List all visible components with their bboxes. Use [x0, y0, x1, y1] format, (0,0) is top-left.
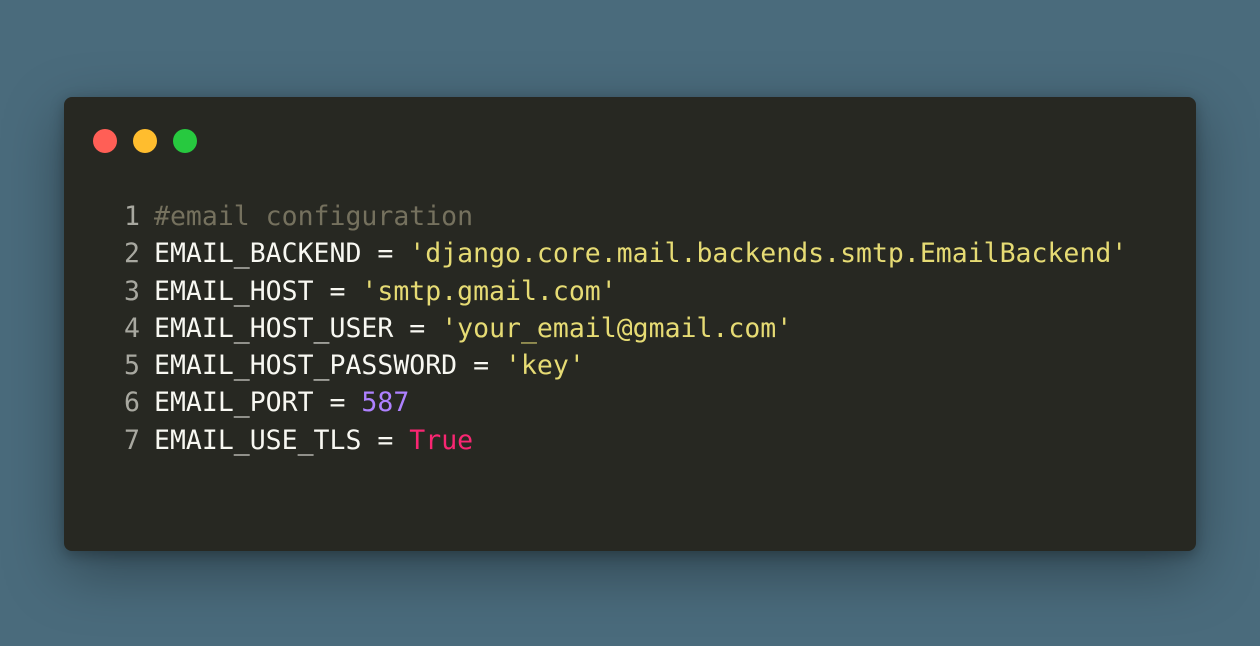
variable-name: EMAIL_HOST [154, 275, 314, 307]
line-number: 1 [124, 201, 140, 232]
string-value: 'key' [505, 350, 585, 382]
code-line: 2 EMAIL_BACKEND = 'django.core.mail.backe… [122, 235, 1127, 272]
string-value: 'smtp.gmail.com' [361, 275, 617, 307]
variable-name: EMAIL_BACKEND [154, 238, 362, 270]
line-number: 2 [124, 238, 140, 270]
code-window: 1 #email configuration 2 EMAIL_BACKEND = '… [64, 97, 1196, 551]
variable-name: EMAIL_HOST_USER [154, 312, 394, 344]
assignment-operator: = [457, 350, 506, 382]
code-line: 5 EMAIL_HOST_PASSWORD = 'key' [122, 347, 1127, 384]
variable-name: EMAIL_HOST_PASSWORD [154, 350, 458, 382]
close-button[interactable] [93, 129, 117, 153]
variable-name: EMAIL_USE_TLS [154, 424, 362, 456]
line-number: 6 [124, 387, 140, 419]
string-value: 'your_email@gmail.com' [441, 312, 793, 344]
line-number: 4 [124, 312, 140, 344]
variable-name: EMAIL_PORT [154, 387, 314, 419]
number-value: 587 [361, 387, 410, 419]
assignment-operator: = [393, 312, 442, 344]
code-block: 1 #email configuration 2 EMAIL_BACKEND = '… [122, 198, 1127, 459]
string-value: 'django.core.mail.backends.smtp.EmailBac… [409, 238, 1128, 270]
assignment-operator: = [313, 275, 362, 307]
code-comment: #email configuration [154, 201, 474, 232]
code-line: 1 #email configuration [122, 198, 1127, 235]
window-controls [93, 129, 197, 153]
code-line: 3 EMAIL_HOST = 'smtp.gmail.com' [122, 273, 1127, 310]
line-number: 5 [124, 350, 140, 382]
code-line: 6 EMAIL_PORT = 587 [122, 384, 1127, 421]
assignment-operator: = [361, 238, 410, 270]
assignment-operator: = [313, 387, 362, 419]
maximize-button[interactable] [173, 129, 197, 153]
line-number: 3 [124, 275, 140, 307]
assignment-operator: = [361, 424, 410, 456]
minimize-button[interactable] [133, 129, 157, 153]
code-line: 7 EMAIL_USE_TLS = True [122, 422, 1127, 459]
code-line: 4 EMAIL_HOST_USER = 'your_email@gmail.com… [122, 310, 1127, 347]
line-number: 7 [124, 424, 140, 456]
boolean-value: True [409, 424, 474, 456]
